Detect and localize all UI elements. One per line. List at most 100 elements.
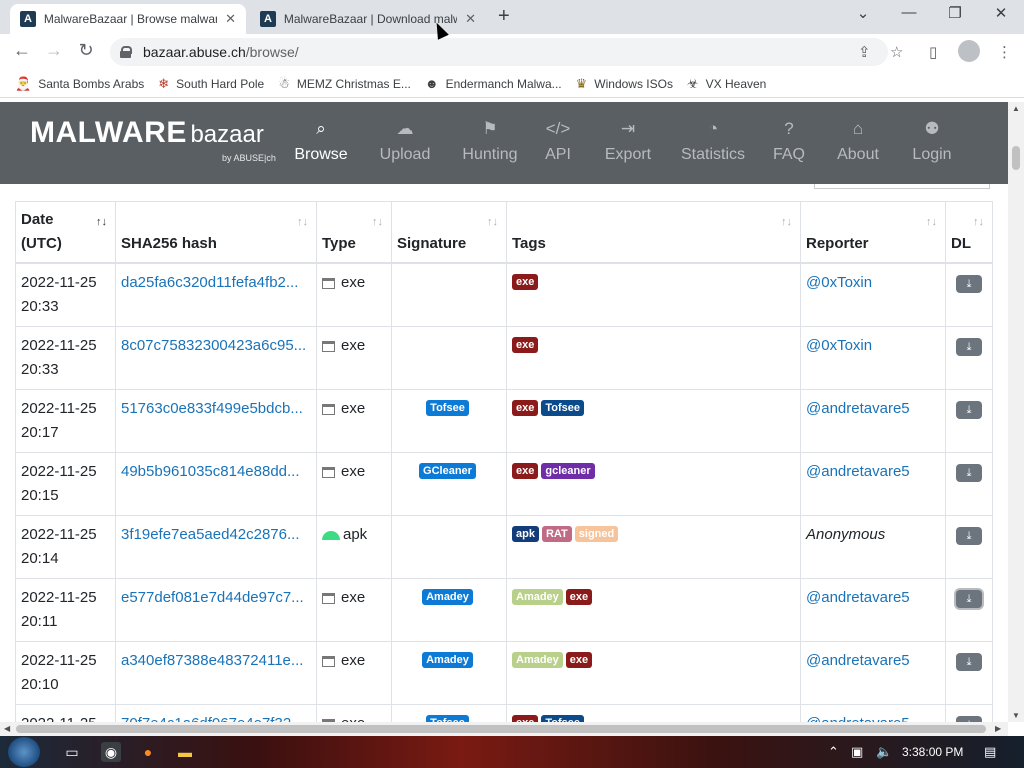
download-icon[interactable]: ⤓ bbox=[956, 401, 982, 419]
new-tab-button[interactable]: + bbox=[498, 5, 510, 28]
malwarebazaar-logo[interactable]: MALWARE bazaar by ABUSE|ch bbox=[30, 116, 276, 163]
start-button[interactable] bbox=[8, 737, 40, 767]
menu-icon[interactable]: ⋮ bbox=[997, 43, 1012, 61]
column-header-dl[interactable]: DL ↑↓ bbox=[945, 201, 993, 264]
bookmark-item[interactable]: ❄ South Hard Pole bbox=[158, 76, 264, 92]
reporter-link[interactable]: @andretavare5 bbox=[806, 652, 910, 669]
signature-badge[interactable]: Amadey bbox=[422, 589, 473, 605]
column-header-tags[interactable]: Tags ↑↓ bbox=[506, 201, 801, 264]
tag-badge[interactable]: gcleaner bbox=[541, 463, 595, 479]
scrollbar-thumb[interactable] bbox=[1012, 146, 1020, 170]
column-header-date[interactable]: Date (UTC) ↑↓ bbox=[15, 201, 116, 264]
bookmark-item[interactable]: ♛ Windows ISOs bbox=[576, 76, 673, 92]
tag-badge[interactable]: Amadey bbox=[512, 589, 563, 605]
reporter-link[interactable]: @0xToxin bbox=[806, 274, 872, 291]
tag-badge[interactable]: exe bbox=[565, 652, 593, 668]
download-icon[interactable]: ⤓ bbox=[956, 275, 982, 293]
column-header-hash[interactable]: SHA256 hash ↑↓ bbox=[115, 201, 317, 264]
nav-statistics[interactable]: ◔ Statistics bbox=[680, 118, 746, 164]
hash-link[interactable]: 3f19efe7ea5aed42c2876... bbox=[121, 526, 300, 543]
scroll-down-icon[interactable]: ▼ bbox=[1008, 711, 1024, 720]
vertical-scrollbar[interactable]: ▲ ▼ bbox=[1008, 102, 1024, 722]
bookmark-item[interactable]: ☻ Endermanch Malwa... bbox=[425, 76, 562, 91]
reporter-link[interactable]: @andretavare5 bbox=[806, 589, 910, 606]
volume-icon[interactable]: 🔈 bbox=[876, 744, 892, 760]
forward-button[interactable]: → bbox=[42, 40, 66, 61]
profile-avatar[interactable] bbox=[958, 40, 980, 62]
scrollbar-thumb[interactable] bbox=[16, 725, 986, 733]
tag-badge[interactable]: exe bbox=[512, 400, 539, 416]
bookmark-item[interactable]: 🎅 Santa Bombs Arabs bbox=[15, 76, 144, 92]
tag-badge[interactable]: apk bbox=[512, 526, 539, 542]
nav-api[interactable]: </> API bbox=[543, 118, 573, 164]
hash-link[interactable]: da25fa6c320d11fefa4fb2... bbox=[121, 274, 298, 291]
hash-link[interactable]: 70f7e4c1a6df067e4e7f32... bbox=[121, 715, 304, 722]
side-panel-icon[interactable]: ▯ bbox=[929, 43, 937, 61]
tab-search-icon[interactable]: ⌄ bbox=[853, 4, 873, 22]
hash-link[interactable]: e577def081e7d44de97c7... bbox=[121, 589, 304, 606]
bookmark-star-icon[interactable]: ☆ bbox=[890, 43, 903, 61]
tag-badge[interactable]: exe bbox=[512, 337, 539, 353]
nav-hunting[interactable]: ⚑ Hunting bbox=[458, 118, 522, 164]
tag-badge[interactable]: Tofsee bbox=[541, 400, 584, 416]
hash-link[interactable]: a340ef87388e48372411e... bbox=[121, 652, 303, 669]
bookmark-item[interactable]: ☣ VX Heaven bbox=[687, 76, 766, 92]
close-tab-icon[interactable]: ✕ bbox=[465, 11, 476, 27]
scroll-up-icon[interactable]: ▲ bbox=[1008, 104, 1024, 113]
minimize-button[interactable]: — bbox=[899, 4, 919, 21]
tag-badge[interactable]: exe bbox=[512, 715, 539, 722]
hash-link[interactable]: 8c07c75832300423a6c95... bbox=[121, 337, 306, 354]
address-bar[interactable]: bazaar.abuse.ch/browse/ bbox=[110, 38, 888, 66]
nav-faq[interactable]: ? FAQ bbox=[772, 118, 806, 164]
nav-browse[interactable]: ⌕ Browse bbox=[291, 118, 351, 164]
bookmark-item[interactable]: ☃ MEMZ Christmas E... bbox=[278, 76, 411, 92]
download-icon[interactable]: ⤓ bbox=[956, 590, 982, 608]
reporter-link[interactable]: @andretavare5 bbox=[806, 400, 910, 417]
close-window-button[interactable]: ✕ bbox=[991, 4, 1011, 22]
taskbar-clock[interactable]: 3:38:00 PM bbox=[902, 745, 963, 759]
tag-badge[interactable]: exe bbox=[565, 589, 593, 605]
reporter-link[interactable]: @andretavare5 bbox=[806, 715, 910, 722]
reporter-link[interactable]: @andretavare5 bbox=[806, 463, 910, 480]
download-icon[interactable]: ⤓ bbox=[956, 527, 982, 545]
reporter-link[interactable]: @0xToxin bbox=[806, 337, 872, 354]
tray-chevron-icon[interactable]: ⌃ bbox=[828, 744, 839, 760]
tab-browse[interactable]: A MalwareBazaar | Browse malware ✕ bbox=[10, 4, 246, 34]
scroll-left-icon[interactable]: ◀ bbox=[4, 722, 10, 736]
scroll-right-icon[interactable]: ▶ bbox=[995, 722, 1001, 736]
tag-badge[interactable]: signed bbox=[574, 526, 619, 542]
close-tab-icon[interactable]: ✕ bbox=[225, 11, 236, 27]
file-explorer-icon[interactable]: ▬ bbox=[175, 742, 195, 762]
nav-login[interactable]: ⚉ Login bbox=[910, 118, 954, 164]
tag-badge[interactable]: exe bbox=[512, 463, 539, 479]
hash-link[interactable]: 49b5b961035c814e88dd... bbox=[121, 463, 300, 480]
tag-badge[interactable]: exe bbox=[512, 274, 539, 290]
chrome-icon[interactable]: ◉ bbox=[101, 742, 121, 762]
tag-badge[interactable]: RAT bbox=[541, 526, 572, 542]
column-header-reporter[interactable]: Reporter ↑↓ bbox=[800, 201, 946, 264]
signature-badge[interactable]: GCleaner bbox=[419, 463, 476, 479]
download-icon[interactable]: ⤓ bbox=[956, 338, 982, 356]
share-icon[interactable]: ⇪ bbox=[858, 43, 871, 61]
tab-download[interactable]: A MalwareBazaar | Download malware ✕ bbox=[250, 4, 486, 34]
nav-export[interactable]: ⇥ Export bbox=[603, 118, 653, 164]
horizontal-scrollbar[interactable]: ◀ ▶ bbox=[0, 722, 1008, 736]
nav-about[interactable]: ⌂ About bbox=[833, 118, 883, 164]
firefox-icon[interactable]: ● bbox=[138, 742, 158, 762]
nav-upload[interactable]: ☁ Upload bbox=[374, 118, 436, 164]
signature-badge[interactable]: Tofsee bbox=[426, 715, 469, 722]
download-icon[interactable]: ⤓ bbox=[956, 653, 982, 671]
notifications-icon[interactable]: ▤ bbox=[984, 744, 996, 760]
hash-link[interactable]: 51763c0e833f499e5bdcb... bbox=[121, 400, 303, 417]
column-header-type[interactable]: Type ↑↓ bbox=[316, 201, 392, 264]
download-icon[interactable]: ⤓ bbox=[956, 464, 982, 482]
column-header-signature[interactable]: Signature ↑↓ bbox=[391, 201, 507, 264]
back-button[interactable]: ← bbox=[10, 40, 34, 61]
restore-button[interactable]: ❐ bbox=[945, 4, 965, 22]
network-icon[interactable]: ▣ bbox=[851, 744, 863, 760]
signature-badge[interactable]: Tofsee bbox=[426, 400, 469, 416]
signature-badge[interactable]: Amadey bbox=[422, 652, 473, 668]
tag-badge[interactable]: Tofsee bbox=[541, 715, 584, 722]
task-view-icon[interactable]: ▭ bbox=[62, 742, 82, 762]
tag-badge[interactable]: Amadey bbox=[512, 652, 563, 668]
